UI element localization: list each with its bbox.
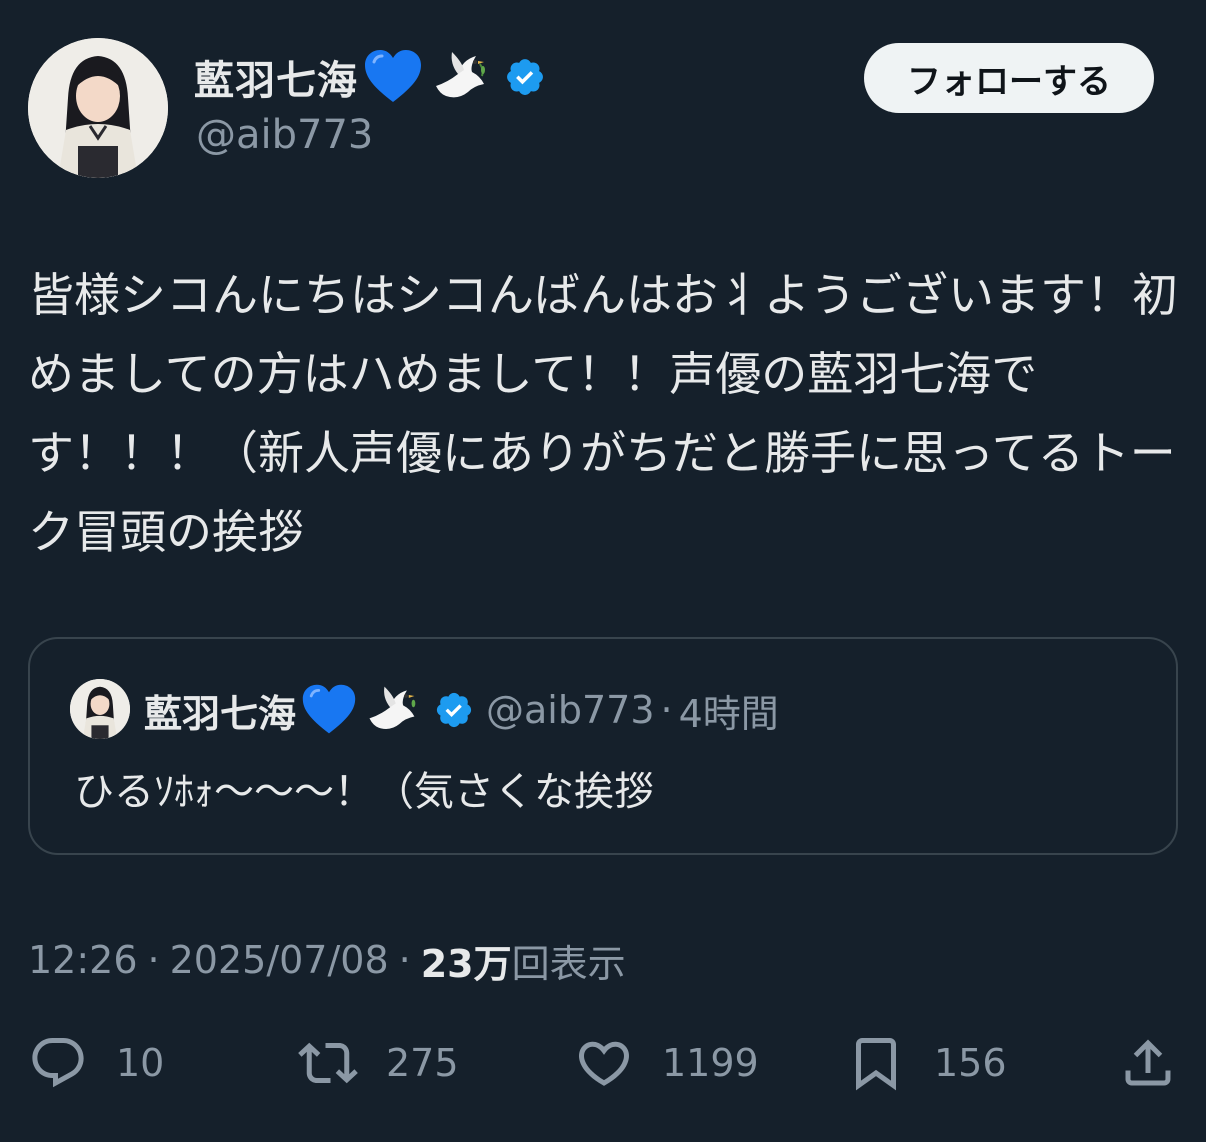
author-name-row[interactable]: 藍羽七海 — [194, 44, 546, 110]
separator-dot: · — [147, 938, 160, 982]
views-label: 回表示 — [511, 941, 626, 986]
reply-count: 10 — [116, 1041, 165, 1085]
quoted-text: ひるｿﾎｫ〜〜〜！（気さくな挨拶 — [74, 769, 654, 815]
reply-icon — [32, 1038, 84, 1088]
separator-dot: · — [398, 938, 411, 982]
share-button[interactable] — [1118, 1028, 1178, 1098]
bookmark-icon — [856, 1038, 896, 1091]
heart-icon — [578, 1041, 630, 1086]
author-avatar[interactable] — [28, 38, 168, 178]
quoted-time: 4時間 — [678, 691, 779, 736]
like-button[interactable]: 1199 — [574, 1028, 759, 1098]
quoted-header: 藍羽七海 @aib773 · 4時間 — [144, 679, 779, 741]
verified-badge-icon — [434, 690, 474, 730]
quoted-tweet[interactable]: 藍羽七海 @aib773 · 4時間 ひるｿﾎｫ〜〜〜！（気さくな挨拶 — [28, 637, 1178, 855]
dove-icon — [362, 681, 420, 739]
tweet-time[interactable]: 12:26 — [28, 938, 138, 982]
retweet-count: 275 — [386, 1041, 459, 1085]
share-icon — [1125, 1039, 1171, 1086]
tweet-meta: 12:26 · 2025/07/08 · 23万 回表示 — [28, 930, 626, 990]
blue-heart-icon — [300, 681, 358, 739]
bookmark-button[interactable]: 156 — [846, 1028, 1007, 1098]
author-handle[interactable]: @aib773 — [196, 112, 373, 158]
retweet-button[interactable]: 275 — [298, 1028, 459, 1098]
views-count: 23万 — [420, 941, 512, 986]
avatar-image — [28, 38, 168, 178]
blue-heart-icon — [362, 46, 424, 108]
tweet-detail: 藍羽七海 @aib773 フォローする 皆様シコんにちはシコんばんはお⺦ようござ… — [0, 0, 1206, 1142]
action-bar: 10 275 1199 156 — [0, 1028, 1206, 1098]
follow-button[interactable]: フォローする — [864, 43, 1154, 113]
verified-badge-icon[interactable] — [504, 56, 546, 98]
tweet-date[interactable]: 2025/07/08 — [170, 938, 389, 982]
like-count: 1199 — [662, 1041, 759, 1085]
separator-dot: · — [660, 688, 673, 732]
reply-button[interactable]: 10 — [28, 1028, 164, 1098]
author-name[interactable]: 藍羽七海 — [194, 48, 358, 106]
dove-icon — [428, 46, 490, 108]
retweet-icon — [298, 1042, 358, 1084]
quoted-author-name: 藍羽七海 — [144, 691, 297, 736]
quoted-handle: @aib773 — [486, 688, 655, 732]
bookmark-count: 156 — [934, 1041, 1007, 1085]
quoted-author-avatar — [70, 679, 130, 739]
tweet-text: 皆様シコんにちはシコんばんはお⺦ようございます！初めましての方はハめまして！！声… — [28, 268, 1178, 559]
avatar-image — [70, 679, 130, 739]
